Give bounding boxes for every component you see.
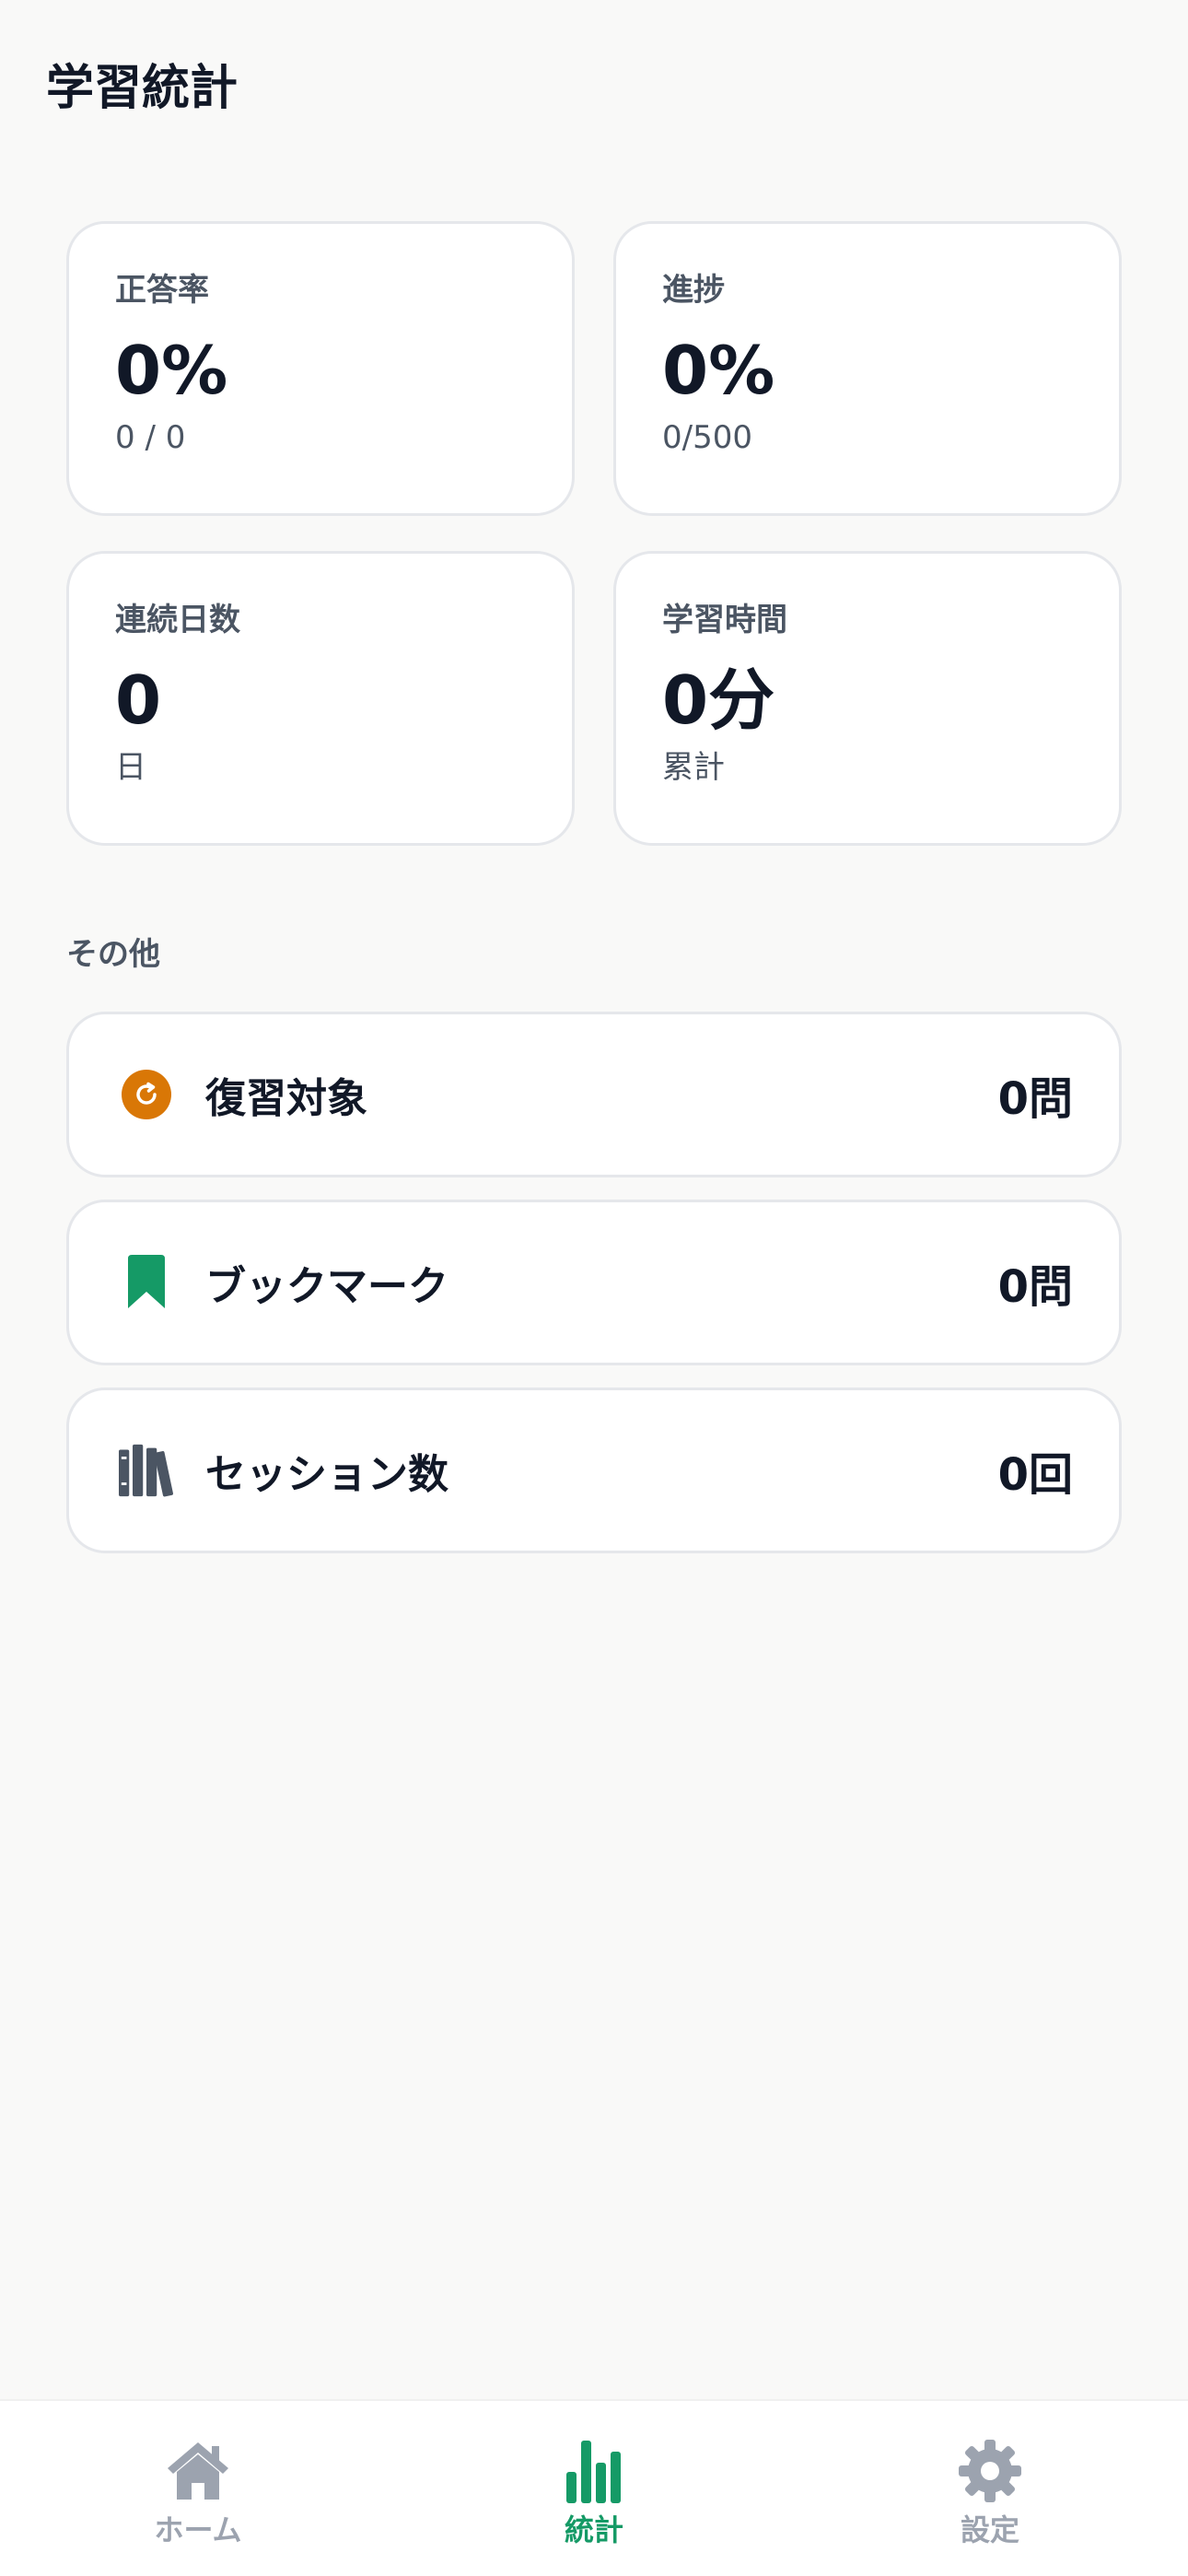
stat-card-streak: 連続日数 0 日 [66, 551, 575, 846]
stat-card-accuracy: 正答率 0% 0 / 0 [66, 221, 575, 516]
other-list: 復習対象 0問 ブックマーク 0問 セッション数 0回 [66, 1012, 1122, 1575]
row-value: 0問 [997, 1073, 1073, 1125]
page-title: 学習統計 [46, 61, 239, 116]
row-label: セッション数 [205, 1451, 448, 1498]
bottom-tab-bar: ホーム 統計 設定 [0, 2399, 1188, 2576]
stat-value: 0% [662, 332, 775, 409]
stat-value: 0 [115, 662, 162, 739]
stat-label: 連続日数 [115, 602, 240, 638]
row-label: 復習対象 [205, 1075, 367, 1122]
stat-card-progress: 進捗 0% 0/500 [613, 221, 1122, 516]
stats-grid: 正答率 0% 0 / 0 進捗 0% 0/500 連続日数 0 日 学習時間 0… [66, 221, 1122, 846]
row-value: 0問 [997, 1261, 1073, 1313]
section-title-other: その他 [66, 936, 160, 973]
tab-home[interactable]: ホーム [0, 2401, 396, 2576]
sessions-row[interactable]: セッション数 0回 [66, 1388, 1122, 1553]
stat-sub: 累計 [662, 749, 725, 786]
tab-label: 設定 [960, 2512, 1019, 2547]
stat-label: 学習時間 [662, 602, 787, 638]
tab-label: 統計 [564, 2512, 623, 2547]
stat-card-study-time: 学習時間 0分 累計 [613, 551, 1122, 846]
tab-stats[interactable]: 統計 [396, 2401, 792, 2576]
bar-chart-icon [557, 2438, 631, 2504]
stats-screen: 学習統計 正答率 0% 0 / 0 進捗 0% 0/500 連続日数 0 日 学… [0, 0, 1188, 2576]
stat-sub: 0/500 [662, 419, 752, 456]
refresh-icon [119, 1067, 174, 1122]
bookmarks-row[interactable]: ブックマーク 0問 [66, 1200, 1122, 1365]
gear-icon [953, 2438, 1027, 2504]
review-targets-row[interactable]: 復習対象 0問 [66, 1012, 1122, 1177]
tab-label: ホーム [154, 2512, 242, 2547]
row-value: 0回 [997, 1449, 1073, 1501]
bookmark-icon [119, 1255, 174, 1310]
stat-value: 0% [115, 332, 228, 409]
stat-label: 進捗 [662, 272, 725, 309]
stat-sub: 0 / 0 [115, 419, 186, 456]
home-icon [161, 2438, 235, 2504]
stat-sub: 日 [115, 749, 146, 786]
books-icon [119, 1443, 174, 1498]
stat-label: 正答率 [115, 272, 209, 309]
tab-settings[interactable]: 設定 [792, 2401, 1188, 2576]
row-label: ブックマーク [205, 1263, 448, 1310]
stat-value: 0分 [662, 662, 775, 739]
